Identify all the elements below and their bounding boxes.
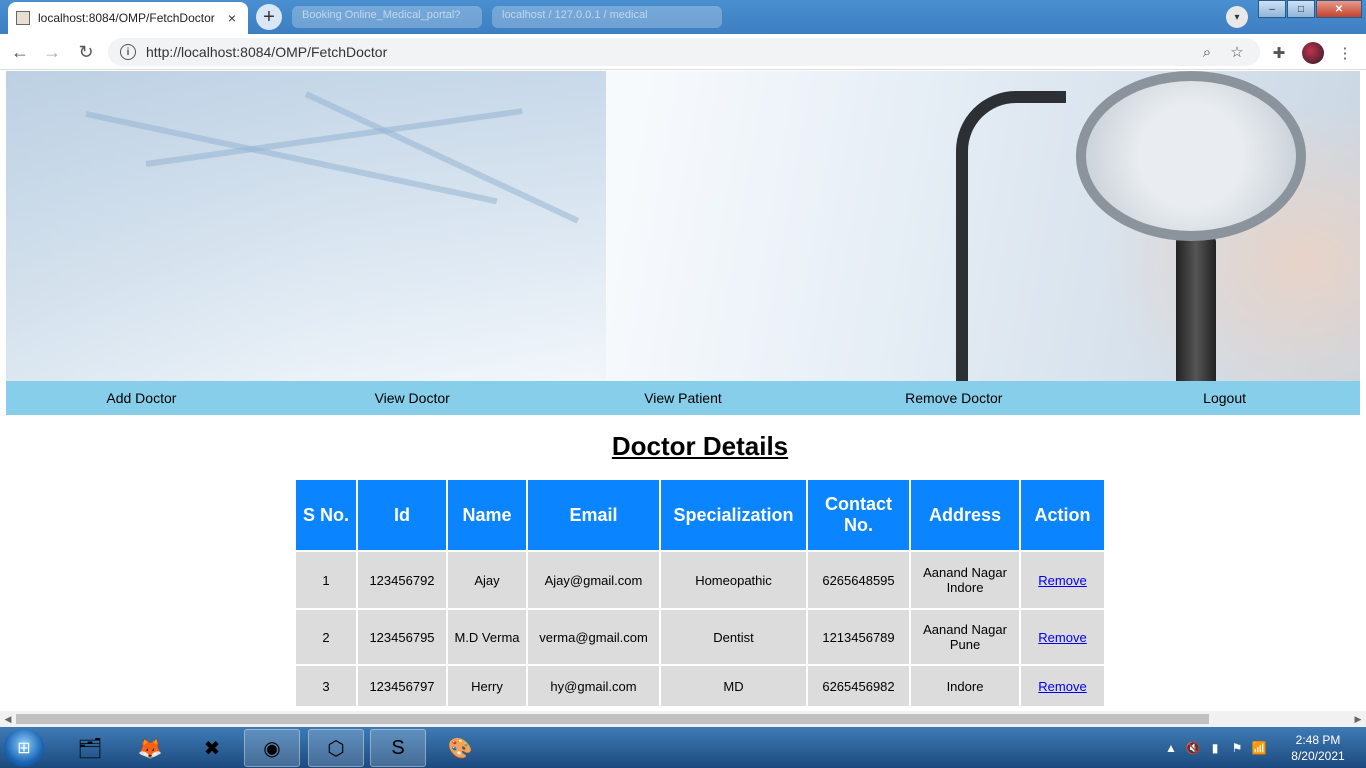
tab-inactive-1[interactable]: Booking Online_Medical_portal? xyxy=(292,6,482,28)
chrome-icon[interactable]: ◉ xyxy=(244,729,300,767)
reload-icon[interactable]: ↻ xyxy=(74,40,98,64)
nav-view-doctor[interactable]: View Doctor xyxy=(277,381,548,415)
volume-muted-icon[interactable]: 🔇 xyxy=(1182,737,1204,759)
cell-name: M.D Verma xyxy=(448,610,526,664)
browser-toolbar: ← → ↻ i http://localhost:8084/OMP/FetchD… xyxy=(0,34,1366,70)
col-header-name: Name xyxy=(448,480,526,550)
cell-address: Aanand Nagar Pune xyxy=(911,610,1019,664)
sublime-icon[interactable]: S xyxy=(370,729,426,767)
clock-date: 8/20/2021 xyxy=(1291,749,1345,763)
extensions-puzzle-icon[interactable]: ✚ xyxy=(1268,42,1290,64)
tab-inactive-2[interactable]: localhost / 127.0.0.1 / medical xyxy=(492,6,722,28)
clock-time: 2:48 PM xyxy=(1295,733,1341,747)
main-nav: Add Doctor View Doctor View Patient Remo… xyxy=(6,381,1360,415)
cell-id: 123456792 xyxy=(358,552,446,608)
virtualbox-icon[interactable]: ⬡ xyxy=(308,729,364,767)
table-row: 3 123456797 Herry hy@gmail.com MD 626545… xyxy=(296,666,1104,706)
explorer-icon[interactable]: 🗂 xyxy=(62,729,118,767)
nav-view-patient[interactable]: View Patient xyxy=(548,381,819,415)
cell-email: hy@gmail.com xyxy=(528,666,659,706)
menu-kebab-icon[interactable]: ⋮ xyxy=(1334,42,1356,64)
cell-sno: 2 xyxy=(296,610,356,664)
cell-specialization: MD xyxy=(661,666,806,706)
tab-bar: localhost:8084/OMP/FetchDoctor × + Booki… xyxy=(0,0,1366,34)
new-tab-button[interactable]: + xyxy=(256,4,282,30)
stethoscope-tube xyxy=(956,91,1066,381)
system-tray: ▲ 🔇 ▮ ⚑ 📶 xyxy=(1160,727,1270,768)
profile-avatar[interactable] xyxy=(1302,42,1324,64)
col-header-contact: Contact No. xyxy=(808,480,909,550)
xampp-icon[interactable]: ✖ xyxy=(184,729,240,767)
back-arrow-icon[interactable]: ← xyxy=(8,40,32,64)
cell-specialization: Dentist xyxy=(661,610,806,664)
action-center-icon[interactable]: ⚑ xyxy=(1226,737,1248,759)
doctor-table: S No. Id Name Email Specialization Conta… xyxy=(294,478,1106,708)
col-header-action: Action xyxy=(1021,480,1104,550)
cell-contact: 6265648595 xyxy=(808,552,909,608)
nav-logout[interactable]: Logout xyxy=(1089,381,1360,415)
cell-address: Indore xyxy=(911,666,1019,706)
remove-link[interactable]: Remove xyxy=(1038,630,1086,645)
window-controls: – □ ✕ xyxy=(1257,0,1362,18)
col-header-email: Email xyxy=(528,480,659,550)
cell-specialization: Homeopathic xyxy=(661,552,806,608)
col-header-sno: S No. xyxy=(296,480,356,550)
info-icon[interactable]: i xyxy=(120,44,136,60)
minimize-button[interactable]: – xyxy=(1258,0,1286,18)
url-text[interactable]: http://localhost:8084/OMP/FetchDoctor xyxy=(146,44,1188,60)
table-row: 1 123456792 Ajay Ajay@gmail.com Homeopat… xyxy=(296,552,1104,608)
page-favicon-icon xyxy=(16,11,30,25)
cell-contact: 1213456789 xyxy=(808,610,909,664)
firefox-icon[interactable]: 🦊 xyxy=(122,729,178,767)
col-header-address: Address xyxy=(911,480,1019,550)
window-close-button[interactable]: ✕ xyxy=(1316,0,1362,18)
cell-sno: 3 xyxy=(296,666,356,706)
col-header-id: Id xyxy=(358,480,446,550)
cell-id: 123456795 xyxy=(358,610,446,664)
stethoscope-icon xyxy=(1076,71,1306,241)
hero-banner-image xyxy=(6,71,1360,381)
table-header-row: S No. Id Name Email Specialization Conta… xyxy=(296,480,1104,550)
col-header-specialization: Specialization xyxy=(661,480,806,550)
stethoscope-stem xyxy=(1176,236,1216,381)
scroll-right-arrow-icon[interactable]: ▶ xyxy=(1350,711,1366,727)
cell-email: verma@gmail.com xyxy=(528,610,659,664)
address-bar[interactable]: i http://localhost:8084/OMP/FetchDoctor … xyxy=(108,38,1260,66)
cell-name: Herry xyxy=(448,666,526,706)
scroll-left-arrow-icon[interactable]: ◀ xyxy=(0,711,16,727)
zoom-icon[interactable]: ⌕ xyxy=(1196,41,1218,63)
cell-sno: 1 xyxy=(296,552,356,608)
windows-taskbar: ⊞ 🗂 🦊 ✖ ◉ ⬡ S 🎨 ▲ 🔇 ▮ ⚑ 📶 2:48 PM 8/20/2… xyxy=(0,727,1366,768)
remove-link[interactable]: Remove xyxy=(1038,573,1086,588)
network-icon[interactable]: 📶 xyxy=(1248,737,1270,759)
page-title: Doctor Details xyxy=(611,431,789,461)
nav-remove-doctor[interactable]: Remove Doctor xyxy=(818,381,1089,415)
close-icon[interactable]: × xyxy=(224,10,240,26)
forward-arrow-icon[interactable]: → xyxy=(40,40,64,64)
start-button[interactable]: ⊞ xyxy=(4,729,44,767)
signal-icon[interactable]: ▮ xyxy=(1204,737,1226,759)
tab-search-icon[interactable]: ▾ xyxy=(1226,6,1248,28)
bookmark-star-icon[interactable]: ☆ xyxy=(1226,41,1248,63)
cell-email: Ajay@gmail.com xyxy=(528,552,659,608)
tab-title: localhost:8084/OMP/FetchDoctor xyxy=(38,11,215,25)
paint-icon[interactable]: 🎨 xyxy=(432,729,488,767)
horizontal-scrollbar[interactable]: ◀ ▶ xyxy=(0,711,1366,727)
show-hidden-icons-icon[interactable]: ▲ xyxy=(1160,737,1182,759)
scrollbar-thumb[interactable] xyxy=(16,714,1209,724)
cell-action: Remove xyxy=(1021,666,1104,706)
nav-add-doctor[interactable]: Add Doctor xyxy=(6,381,277,415)
remove-link[interactable]: Remove xyxy=(1038,679,1086,694)
maximize-button[interactable]: □ xyxy=(1287,0,1315,18)
clock[interactable]: 2:48 PM 8/20/2021 xyxy=(1280,732,1356,764)
cell-name: Ajay xyxy=(448,552,526,608)
cell-contact: 6265456982 xyxy=(808,666,909,706)
cell-address: Aanand Nagar Indore xyxy=(911,552,1019,608)
cell-action: Remove xyxy=(1021,552,1104,608)
cell-id: 123456797 xyxy=(358,666,446,706)
tab-active[interactable]: localhost:8084/OMP/FetchDoctor × xyxy=(8,2,248,34)
cell-action: Remove xyxy=(1021,610,1104,664)
table-row: 2 123456795 M.D Verma verma@gmail.com De… xyxy=(296,610,1104,664)
